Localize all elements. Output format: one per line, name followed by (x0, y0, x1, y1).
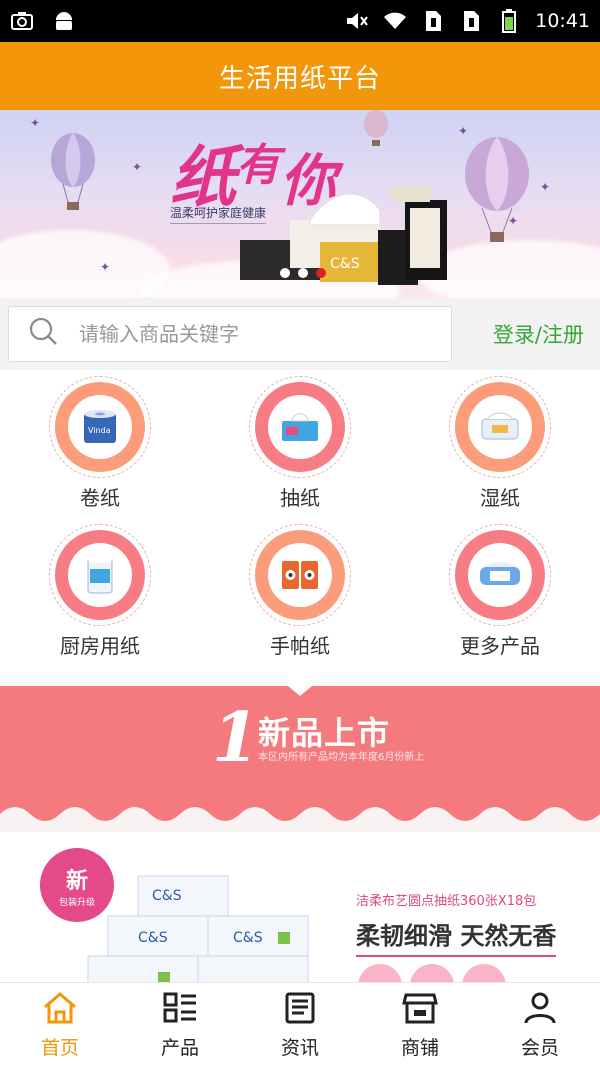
nav-products[interactable]: 产品 (120, 983, 240, 1067)
user-icon (522, 991, 558, 1029)
promo-banner[interactable]: ✦ ✦ ✦ ✦ ✦ ✦ 纸有你 温柔呵护家庭健康 C&S (0, 110, 600, 298)
carousel-indicator (280, 268, 326, 278)
new-products-section[interactable]: 1 新品上市 本区内所有产品均为本年度6月份新上 (0, 686, 600, 832)
handkerchief-icon (249, 524, 351, 626)
home-icon (42, 991, 78, 1029)
feature-circle (462, 964, 506, 982)
star-decoration: ✦ (132, 160, 143, 174)
page-title: 生活用纸平台 (218, 63, 381, 94)
grid-list-icon (162, 991, 198, 1029)
wifi-icon (383, 9, 407, 33)
new-badge: 新 包装升级 (40, 848, 114, 922)
svg-text:C&S: C&S (138, 930, 168, 946)
nav-member[interactable]: 会员 (480, 983, 600, 1067)
status-bar: 10:41 (0, 0, 600, 42)
section-notch (288, 686, 312, 696)
star-decoration: ✦ (540, 180, 551, 194)
feature-circle (410, 964, 454, 982)
nav-stores[interactable]: 商铺 (360, 983, 480, 1067)
category-item-roll-paper[interactable]: Vinda 卷纸 (0, 376, 200, 530)
wave-divider (0, 807, 600, 832)
nav-home[interactable]: 首页 (0, 983, 120, 1067)
battery-icon (497, 9, 521, 33)
star-decoration: ✦ (458, 124, 469, 138)
section-subtitle: 本区内所有产品均为本年度6月份新上 (258, 752, 425, 763)
star-decoration: ✦ (100, 260, 111, 274)
product-name: 洁柔布艺圆点抽纸360张X18包 (356, 894, 537, 909)
feature-circle (358, 964, 402, 982)
category-item-more-products[interactable]: 更多产品 (400, 524, 600, 678)
category-label: 厨房用纸 (60, 634, 140, 658)
store-icon (402, 991, 438, 1029)
sim-card-icon (459, 9, 483, 33)
category-label: 湿纸 (480, 486, 520, 510)
category-label: 卷纸 (80, 486, 120, 510)
hot-air-balloon-icon (364, 110, 388, 146)
svg-text:C&S: C&S (330, 256, 360, 272)
search-input[interactable] (79, 322, 419, 346)
featured-product-card[interactable]: C&S C&S C&S 新 包装升级 洁柔布艺圆点抽纸360张X18包 柔韧细滑… (0, 832, 600, 982)
svg-text:C&S: C&S (233, 930, 263, 946)
android-icon (52, 9, 76, 33)
camera-icon (10, 9, 34, 33)
search-box[interactable] (8, 306, 452, 362)
hot-air-balloon-icon (465, 137, 529, 242)
category-item-wet-wipes[interactable]: 湿纸 (400, 376, 600, 530)
tissue-box-icon (249, 376, 351, 478)
search-icon (29, 317, 59, 351)
hot-air-balloon-icon (51, 133, 95, 210)
section-number: 1 (212, 698, 260, 778)
carousel-dot[interactable] (298, 268, 308, 278)
toilet-roll-icon: Vinda (49, 376, 151, 478)
wet-wipe-icon (449, 376, 551, 478)
kitchen-roll-icon (49, 524, 151, 626)
mute-icon (345, 9, 369, 33)
tissue-products-image: C&S (240, 186, 447, 285)
category-item-handkerchief[interactable]: 手帕纸 (200, 524, 400, 678)
product-slogan: 柔韧细滑 天然无香 (356, 916, 557, 957)
login-register-link[interactable]: 登录/注册 (493, 319, 584, 349)
category-label: 更多产品 (460, 634, 540, 658)
star-decoration: ✦ (30, 116, 41, 130)
search-bar: 登录/注册 (0, 298, 600, 370)
app-header: 生活用纸平台 (0, 42, 600, 110)
carousel-dot[interactable] (280, 268, 290, 278)
nav-news[interactable]: 资讯 (240, 983, 360, 1067)
category-item-kitchen-paper[interactable]: 厨房用纸 (0, 524, 200, 678)
svg-text:Vinda: Vinda (88, 426, 111, 435)
news-icon (282, 991, 318, 1029)
status-time: 10:41 (535, 10, 590, 32)
svg-text:C&S: C&S (152, 888, 182, 904)
category-label: 手帕纸 (270, 634, 330, 658)
bottom-navigation: 首页 产品 资讯 商铺 会员 (0, 982, 600, 1067)
category-item-tissue[interactable]: 抽纸 (200, 376, 400, 530)
more-products-icon (449, 524, 551, 626)
carousel-dot-active[interactable] (316, 268, 326, 278)
category-label: 抽纸 (280, 486, 320, 510)
star-decoration: ✦ (508, 214, 519, 228)
sim-card-icon (421, 9, 445, 33)
category-grid: Vinda 卷纸 抽纸 湿纸 厨房用纸 手帕纸 更多产品 (0, 376, 600, 682)
